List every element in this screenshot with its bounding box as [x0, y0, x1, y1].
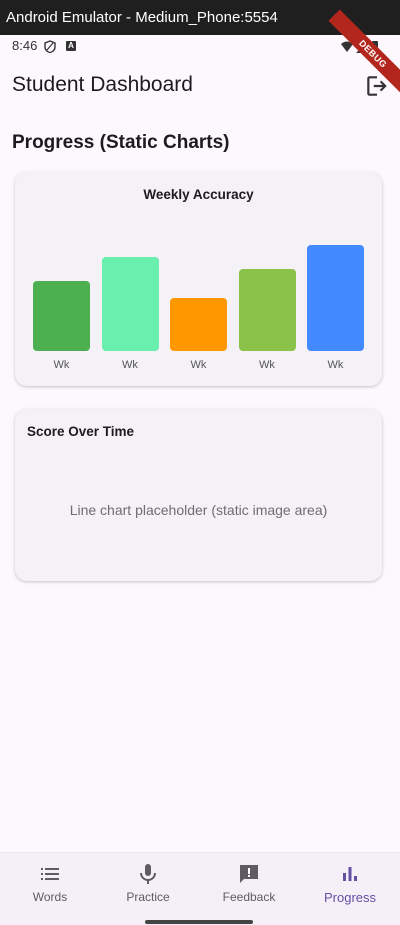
nav-item-practice[interactable]: Practice	[98, 853, 198, 913]
bar-label-2: Wk	[122, 359, 138, 371]
section-title: Progress (Static Charts)	[12, 132, 230, 153]
nav-label-practice: Practice	[126, 890, 170, 904]
notification-a-icon: A	[66, 41, 76, 51]
line-chart-placeholder: Line chart placeholder (static image are…	[69, 502, 328, 518]
bar-5	[307, 245, 364, 351]
shield-icon	[44, 40, 56, 58]
bar-label-3: Wk	[190, 359, 207, 371]
microphone-icon	[136, 862, 160, 886]
list-icon	[38, 862, 62, 886]
nav-label-feedback: Feedback	[222, 890, 276, 904]
nav-label-words: Words	[32, 890, 68, 904]
bar-label-5: Wk	[327, 359, 344, 371]
app-bar: Student Dashboard	[0, 59, 400, 115]
bar-label-1: Wk	[53, 359, 70, 371]
nav-label-progress: Progress	[323, 890, 377, 905]
nav-item-words[interactable]: Words	[0, 853, 100, 913]
app-title: Student Dashboard	[12, 73, 193, 96]
status-bar: 8:46 A	[0, 35, 400, 59]
bar-chart-icon	[338, 862, 362, 886]
home-indicator[interactable]	[145, 920, 253, 924]
weekly-accuracy-chart: Wk Wk Wk Wk Wk	[15, 172, 382, 386]
nav-item-feedback[interactable]: Feedback	[199, 853, 299, 913]
nav-item-progress[interactable]: Progress	[300, 853, 400, 913]
bar-3	[170, 298, 227, 351]
feedback-icon	[237, 862, 261, 886]
bar-4	[238, 269, 296, 351]
bar-2	[101, 257, 159, 351]
status-time: 8:46	[12, 38, 38, 53]
logout-button[interactable]	[364, 73, 390, 99]
weekly-accuracy-card: Weekly Accuracy Wk Wk Wk Wk Wk	[15, 172, 382, 386]
bar-1	[33, 281, 90, 351]
bottom-navigation: Words Practice Feedback Progress	[0, 852, 400, 925]
logout-icon	[367, 76, 387, 96]
bar-label-4: Wk	[259, 359, 275, 371]
score-over-time-title: Score Over Time	[27, 424, 135, 439]
score-over-time-card: Score Over Time Line chart placeholder (…	[15, 409, 382, 581]
